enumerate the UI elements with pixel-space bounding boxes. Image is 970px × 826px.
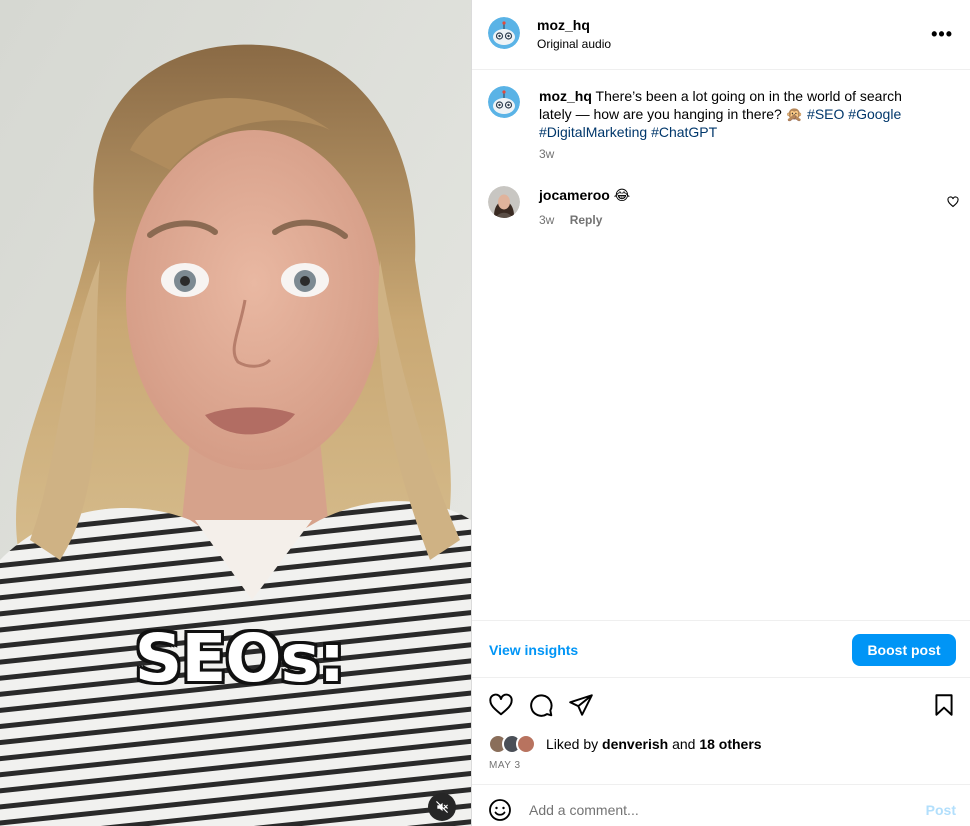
liker-avatar (516, 734, 536, 754)
emoji-picker-button[interactable] (488, 798, 512, 822)
author-avatar[interactable] (488, 17, 520, 49)
liked-by-label: Liked by (546, 736, 599, 752)
save-button[interactable] (931, 692, 957, 718)
post-actions (472, 690, 970, 720)
heart-icon (947, 196, 959, 208)
more-horizontal-icon: ••• (931, 24, 953, 44)
heart-icon (489, 693, 513, 716)
caption-timestamp[interactable]: 3w (539, 147, 554, 161)
commenter-avatar[interactable] (488, 186, 520, 218)
user-photo-avatar (488, 186, 520, 218)
comment-timestamp[interactable]: 3w (539, 213, 554, 227)
caption-emoji: 🙊 (785, 106, 804, 122)
likes-joiner: and (672, 736, 696, 752)
comment-text: jocameroo 😂 (539, 187, 630, 204)
comment-like-button[interactable] (947, 195, 959, 208)
comment-item: jocameroo 😂 3w Reply (472, 183, 970, 233)
likes-text: Liked by denverish and 18 others (546, 736, 762, 752)
like-button[interactable] (488, 692, 514, 718)
caption-username[interactable]: moz_hq (539, 88, 592, 104)
comment-meta: 3w Reply (539, 213, 614, 227)
smiley-icon (489, 799, 511, 821)
moz-robot-avatar-icon (488, 86, 520, 118)
view-insights-link[interactable]: View insights (489, 642, 578, 658)
post-date[interactable]: MAY 3 (489, 760, 521, 771)
author-username[interactable]: moz_hq (537, 17, 590, 33)
audio-label[interactable]: Original audio (537, 37, 611, 51)
moz-robot-avatar-icon (488, 17, 520, 49)
others-likes-link[interactable]: 18 others (699, 736, 761, 752)
post-header: moz_hq Original audio ••• (472, 0, 970, 70)
post-video[interactable]: SEOs: (0, 0, 471, 826)
mute-toggle-button[interactable] (428, 793, 456, 821)
hashtag-link[interactable]: #SEO (807, 106, 844, 122)
share-button[interactable] (568, 692, 594, 718)
hashtag-link[interactable]: #ChatGPT (651, 124, 717, 140)
post-details-panel: moz_hq Original audio ••• moz_hq There’s… (471, 0, 970, 826)
likes-summary: Liked by denverish and 18 others (488, 733, 948, 755)
video-frame (0, 0, 471, 826)
comment-body: 😂 (613, 187, 631, 203)
send-icon (569, 694, 593, 716)
more-options-button[interactable]: ••• (931, 24, 953, 45)
reply-button[interactable]: Reply (570, 213, 603, 227)
video-overlay-text: SEOs: (134, 620, 345, 697)
comment-input[interactable] (529, 798, 899, 822)
liker-username[interactable]: denverish (602, 736, 668, 752)
add-comment-bar: Post (472, 784, 970, 826)
liker-avatars[interactable] (488, 734, 544, 754)
insights-bar: View insights Boost post (472, 620, 970, 678)
comment-button[interactable] (528, 692, 554, 718)
boost-post-button[interactable]: Boost post (852, 634, 956, 666)
caption-avatar[interactable] (488, 86, 520, 118)
hashtag-link[interactable]: #DigitalMarketing (539, 124, 647, 140)
post-comment-button[interactable]: Post (926, 802, 956, 818)
comment-username[interactable]: jocameroo (539, 187, 610, 203)
volume-muted-icon (436, 801, 448, 813)
bookmark-icon (935, 694, 953, 716)
comment-bubble-icon (530, 694, 553, 717)
hashtag-link[interactable]: #Google (848, 106, 901, 122)
caption-text: moz_hq There’s been a lot going on in th… (539, 87, 929, 141)
